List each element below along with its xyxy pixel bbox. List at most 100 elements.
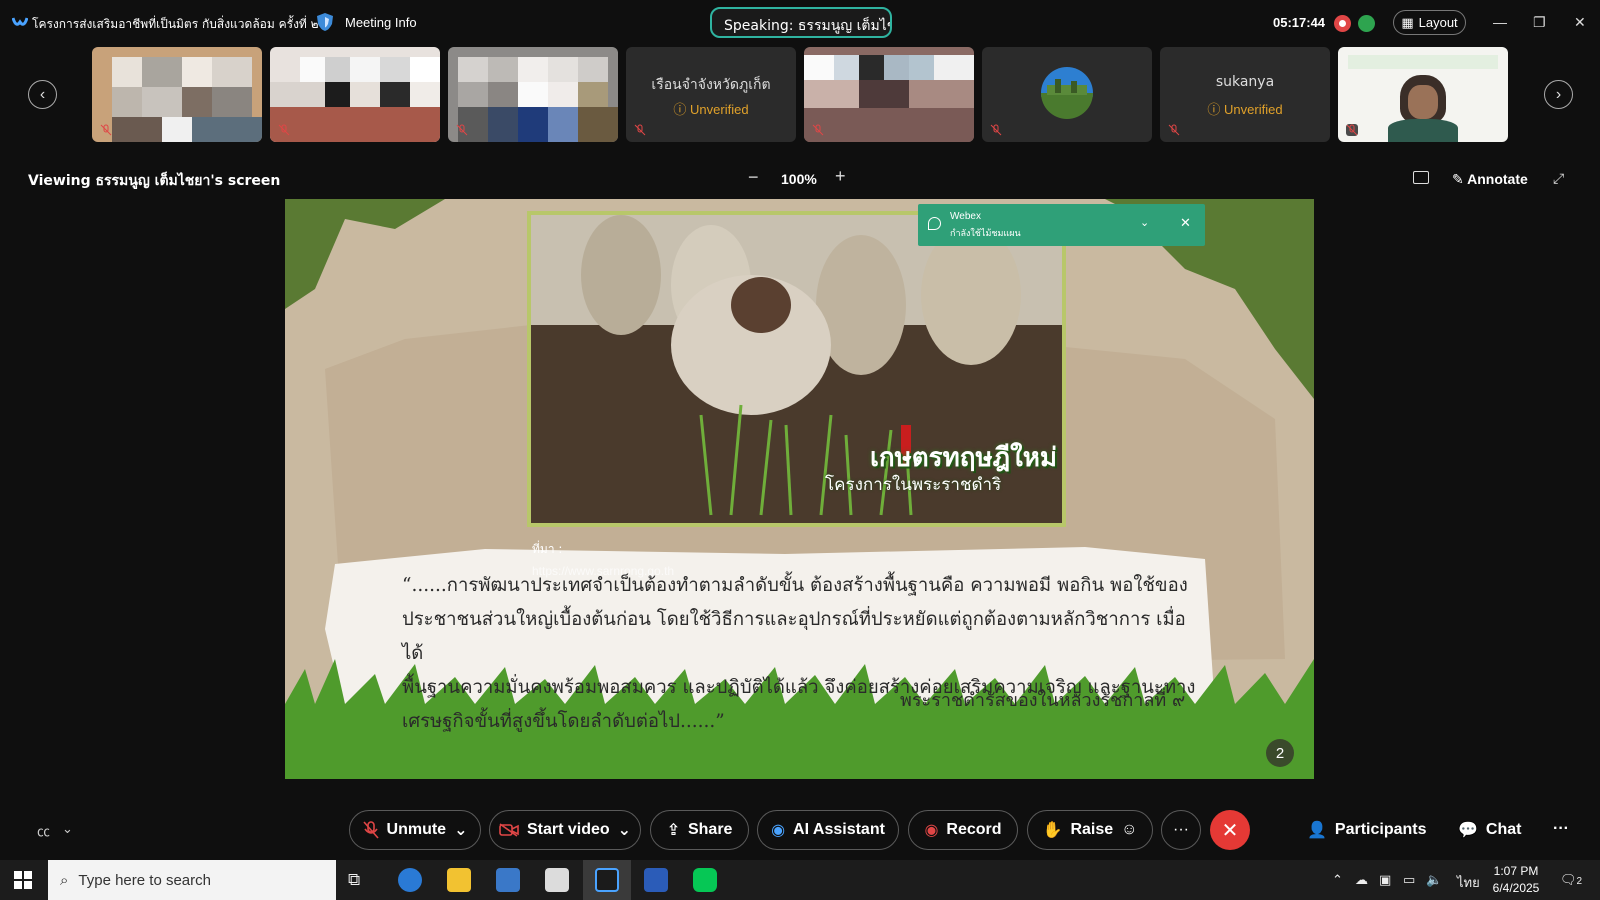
- edge-icon[interactable]: [398, 868, 422, 892]
- participant-video: [270, 47, 440, 142]
- slide-page-number: 2: [1266, 739, 1294, 767]
- webex-icon[interactable]: [595, 868, 619, 892]
- screen-options-icon[interactable]: [1413, 171, 1429, 184]
- participant-tile[interactable]: [92, 47, 262, 142]
- ai-assistant-icon: ◉: [771, 822, 786, 839]
- participant-tile[interactable]: [1338, 47, 1508, 142]
- slide-caption-subtitle: โครงการในพระราชดำริ: [825, 475, 1002, 495]
- raise-label: Raise: [1070, 821, 1114, 838]
- layout-label: Layout: [1418, 15, 1458, 30]
- participant-tile[interactable]: [448, 47, 618, 142]
- chevron-left-icon: ‹: [39, 85, 46, 103]
- meeting-info-button[interactable]: Meeting Info: [345, 15, 417, 30]
- search-placeholder: Type here to search: [78, 871, 211, 889]
- muted-mic-icon: [100, 124, 112, 136]
- zoom-in-button[interactable]: +: [835, 166, 846, 187]
- meeting-title: โครงการส่งเสริมอาชีพที่เป็นมิตร กับสิ่งแ…: [32, 17, 319, 31]
- speaking-indicator: Speaking: ธรรมนูญ เต็มไชยา: [710, 7, 892, 38]
- share-button[interactable]: ⇪ Share: [650, 810, 749, 850]
- word-icon[interactable]: [644, 868, 668, 892]
- input-language[interactable]: ไทย: [1457, 872, 1480, 893]
- participant-tile[interactable]: เรือนจำจังหวัดภูเก็ต ⓘ Unverified: [626, 47, 796, 142]
- chevron-right-icon: ›: [1555, 85, 1562, 103]
- volume-icon[interactable]: 🔈: [1426, 872, 1442, 888]
- participant-tile[interactable]: [982, 47, 1152, 142]
- muted-mic-icon: [634, 124, 646, 136]
- warning-icon: ⓘ: [673, 102, 691, 117]
- zoom-level: 100%: [781, 171, 817, 187]
- taskbar-time: 1:07 PM: [1493, 864, 1539, 878]
- tray-overflow-icon[interactable]: ⌃: [1332, 872, 1343, 888]
- taskbar-clock[interactable]: 1:07 PM 6/4/2025: [1490, 863, 1542, 897]
- restore-icon[interactable]: ❐: [1533, 14, 1546, 31]
- layout-button[interactable]: ▦ Layout: [1393, 10, 1466, 35]
- record-button[interactable]: ◉ Record: [908, 810, 1018, 850]
- minimize-icon[interactable]: —: [1493, 14, 1507, 30]
- taskbar-date: 6/4/2025: [1492, 881, 1540, 895]
- participant-tile[interactable]: [804, 47, 974, 142]
- more-panels-button[interactable]: ···: [1553, 820, 1569, 838]
- muted-mic-icon: [812, 124, 824, 136]
- participant-video: [804, 47, 974, 142]
- onedrive-icon[interactable]: ☁: [1355, 872, 1368, 888]
- chevron-down-icon[interactable]: ⌄: [454, 820, 467, 840]
- notifications-icon[interactable]: 🗨2: [1560, 872, 1582, 888]
- ai-assistant-button[interactable]: ◉ AI Assistant: [757, 810, 899, 850]
- meeting-timer: 05:17:44: [1273, 15, 1326, 30]
- task-view-icon[interactable]: ⧉: [348, 870, 372, 894]
- captions-icon: ㏄: [37, 824, 51, 839]
- reactions-icon[interactable]: ☺: [1121, 821, 1137, 839]
- muted-mic-icon: [990, 124, 1002, 136]
- chevron-down-icon: ⌄: [62, 821, 73, 836]
- annotate-button[interactable]: ✎ Annotate: [1452, 171, 1528, 188]
- muted-mic-icon: [362, 821, 379, 839]
- file-explorer-icon[interactable]: [447, 868, 471, 892]
- shield-icon[interactable]: [316, 12, 334, 32]
- participant-tile[interactable]: [270, 47, 440, 142]
- viewing-label: Viewing ธรรมนูญ เต็มไชยา's screen: [28, 173, 281, 189]
- chat-label: Chat: [1485, 821, 1522, 838]
- leave-meeting-button[interactable]: ✕: [1210, 810, 1250, 850]
- record-label: Record: [946, 821, 1002, 838]
- fullscreen-icon[interactable]: ⤢: [1553, 170, 1564, 187]
- share-icon: ⇪: [666, 822, 680, 839]
- source-label: ที่มา :: [532, 542, 563, 556]
- network-icon[interactable]: ▭: [1403, 872, 1415, 888]
- windows-start-icon[interactable]: [14, 871, 32, 889]
- start-video-button[interactable]: Start video ⌄: [489, 810, 641, 850]
- participant-name: เรือนจำจังหวัดภูเก็ต: [651, 77, 771, 93]
- line-app-icon[interactable]: [693, 868, 717, 892]
- unmute-button[interactable]: Unmute ⌄: [349, 810, 481, 850]
- notification-message: กำลังใช้ไม้ชมแผน: [950, 229, 1021, 239]
- security-icon[interactable]: ▣: [1379, 872, 1391, 888]
- store-icon[interactable]: [496, 868, 520, 892]
- more-options-button[interactable]: ···: [1161, 810, 1201, 850]
- unverified-badge: ⓘ Unverified: [1160, 99, 1330, 118]
- webex-logo-icon: [12, 17, 28, 26]
- webex-notification[interactable]: Webex กำลังใช้ไม้ชมแผน ⌄ ✕: [918, 204, 1205, 246]
- strip-next-button[interactable]: ›: [1544, 80, 1573, 109]
- taskbar-search[interactable]: ⌕ Type here to search: [48, 860, 336, 900]
- network-status-icon[interactable]: [1358, 15, 1375, 32]
- muted-mic-icon: [1346, 124, 1358, 136]
- chevron-down-icon[interactable]: ⌄: [1140, 216, 1149, 229]
- participant-tile[interactable]: sukanya ⓘ Unverified: [1160, 47, 1330, 142]
- strip-prev-button[interactable]: ‹: [28, 80, 57, 109]
- muted-mic-icon: [278, 124, 290, 136]
- recording-status-icon: [1334, 15, 1351, 32]
- chevron-down-icon[interactable]: ⌄: [618, 820, 631, 840]
- close-icon[interactable]: ✕: [1180, 215, 1191, 231]
- participants-icon: 👤: [1307, 822, 1327, 839]
- participants-button[interactable]: 👤 Participants: [1307, 820, 1427, 840]
- zoom-out-button[interactable]: −: [748, 167, 759, 188]
- participant-avatar: [1041, 67, 1093, 119]
- participant-video: [1338, 47, 1508, 142]
- chat-button[interactable]: 💬 Chat: [1458, 820, 1521, 840]
- captions-button[interactable]: ㏄ ⌄: [37, 821, 73, 840]
- notification-count: 2: [1576, 876, 1583, 887]
- raise-hand-button[interactable]: ✋ Raise ☺: [1027, 810, 1153, 850]
- close-window-icon[interactable]: ✕: [1574, 14, 1586, 31]
- close-icon: ✕: [1221, 819, 1239, 842]
- mail-icon[interactable]: [545, 868, 569, 892]
- taskbar: ⌕ Type here to search ⧉ ⌃ ☁ ▣ ▭ 🔈 ไทย 1:…: [0, 860, 1600, 900]
